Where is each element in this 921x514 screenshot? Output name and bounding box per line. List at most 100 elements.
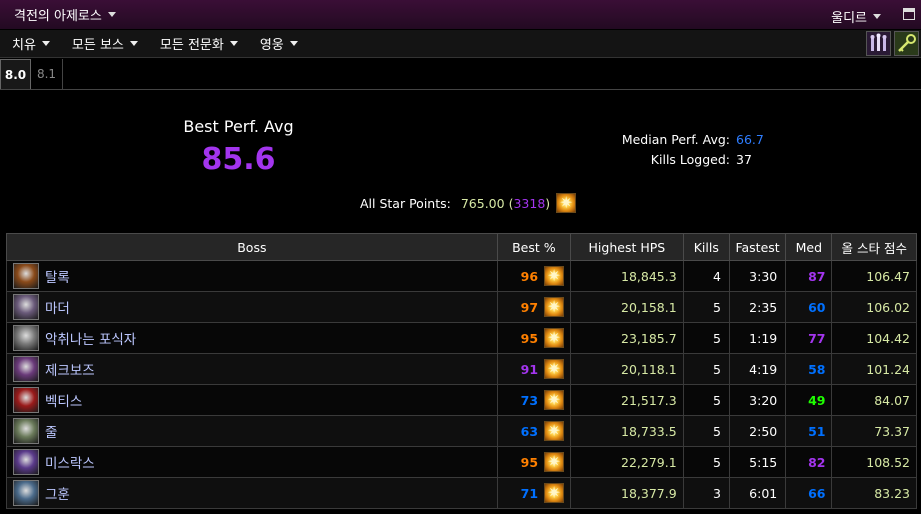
all-star-score: 83.23 [831, 477, 917, 509]
best-perf-value: 85.6 [201, 142, 276, 177]
menu-difficulty-label: 영웅 [259, 38, 284, 53]
star-icon [556, 193, 577, 213]
table-row[interactable]: 그훈 71 18,377.936:016683.23 [6, 477, 917, 509]
highest-hps: 20,118.1 [570, 353, 684, 385]
highest-hps: 22,279.1 [570, 446, 684, 478]
table-row[interactable]: 벡티스 73 21,517.353:204984.07 [6, 384, 917, 416]
table-row[interactable]: 줄 63 18,733.552:505173.37 [6, 415, 917, 447]
menu-boss[interactable]: 모든 보스 [72, 34, 138, 53]
median-percent: 87 [785, 260, 833, 292]
tab-8-1[interactable]: 8.1 [31, 59, 62, 89]
fastest-time: 6:01 [728, 477, 787, 509]
best-percent: 63 [520, 423, 539, 439]
expansion-dropdown[interactable]: 격전의 아제로스 [14, 5, 116, 24]
best-percent: 73 [520, 392, 539, 408]
menu-spec-label: 모든 전문화 [159, 38, 224, 53]
col-header-med[interactable]: Med [785, 233, 833, 261]
boss-ghuun-icon [13, 480, 39, 506]
boss-name-link[interactable]: 악취나는 포식자 [45, 328, 136, 348]
col-header-hps[interactable]: Highest HPS [570, 233, 684, 261]
boss-devourer-icon [13, 325, 39, 351]
all-star-score: 108.52 [831, 446, 917, 478]
fastest-time: 2:50 [728, 415, 787, 447]
chevron-down-icon [129, 41, 138, 46]
highest-hps: 18,377.9 [570, 477, 684, 509]
boss-cell: 마더 [6, 291, 498, 323]
best-percent-cell: 73 [496, 384, 572, 416]
highest-hps: 20,158.1 [570, 291, 684, 323]
boss-name-link[interactable]: 마더 [45, 297, 70, 317]
boss-cell: 제크보즈 [6, 353, 498, 385]
best-percent: 71 [520, 485, 539, 501]
fastest-time: 2:35 [728, 291, 787, 323]
kills-count: 5 [682, 415, 730, 447]
best-percent-cell: 63 [496, 415, 572, 447]
highest-hps: 21,517.3 [570, 384, 684, 416]
median-percent: 60 [785, 291, 833, 323]
boss-cell: 탈록 [6, 260, 498, 292]
boss-name-link[interactable]: 줄 [45, 421, 57, 441]
boss-mythrax-icon [13, 449, 39, 475]
col-header-boss[interactable]: Boss [6, 233, 498, 261]
median-percent: 82 [785, 446, 833, 478]
fastest-time: 1:19 [728, 322, 787, 354]
window-maximize-icon[interactable] [903, 8, 915, 20]
menu-metric[interactable]: 치유 [12, 34, 50, 53]
highest-hps: 18,845.3 [570, 260, 684, 292]
table-row[interactable]: 미스락스 95 22,279.155:1582108.52 [6, 446, 917, 478]
best-percent: 96 [520, 268, 539, 284]
median-percent: 51 [785, 415, 833, 447]
all-star-paren-close: ) [545, 195, 551, 211]
best-percent: 95 [520, 330, 539, 346]
boss-name-link[interactable]: 벡티스 [45, 390, 82, 410]
boss-cell: 미스락스 [6, 446, 498, 478]
kills-count: 5 [682, 384, 730, 416]
boss-name-link[interactable]: 제크보즈 [45, 359, 95, 379]
highest-hps: 18,733.5 [570, 415, 684, 447]
tab-8-0[interactable]: 8.0 [0, 59, 31, 89]
col-header-best[interactable]: Best % [496, 233, 572, 261]
best-percent-cell: 91 [496, 353, 572, 385]
all-star-count: 3318 [513, 195, 546, 211]
table-row[interactable]: 마더 97 20,158.152:3560106.02 [6, 291, 917, 323]
boss-name-link[interactable]: 미스락스 [45, 452, 95, 472]
table-row[interactable]: 탈록 96 18,845.343:3087106.47 [6, 260, 917, 292]
col-header-kills[interactable]: Kills [682, 233, 730, 261]
col-header-fastest[interactable]: Fastest [728, 233, 787, 261]
star-icon [544, 328, 565, 348]
table-row[interactable]: 악취나는 포식자 95 23,185.751:1977104.42 [6, 322, 917, 354]
tab-divider [62, 59, 63, 89]
best-percent: 97 [520, 299, 539, 315]
boss-cell: 그훈 [6, 477, 498, 509]
key-icon[interactable] [894, 31, 919, 56]
boss-zul-icon [13, 418, 39, 444]
kills-count: 4 [682, 260, 730, 292]
median-perf-value: 66.7 [736, 132, 764, 147]
best-percent-cell: 95 [496, 446, 572, 478]
all-star-score: 73.37 [831, 415, 917, 447]
chevron-down-icon [229, 41, 238, 46]
col-header-allstar[interactable]: 올 스타 점수 [831, 233, 917, 261]
raid-dropdown[interactable]: 울디르 [831, 7, 881, 26]
best-percent-cell: 96 [496, 260, 572, 292]
raid-group-icon[interactable] [866, 31, 891, 56]
all-star-points: All Star Points: 765.00 ( 3318 ) [360, 193, 577, 213]
boss-taloc-icon [13, 263, 39, 289]
fastest-time: 5:15 [728, 446, 787, 478]
best-perf-label: Best Perf. Avg [183, 117, 294, 136]
menu-boss-label: 모든 보스 [71, 38, 124, 53]
chevron-down-icon [41, 41, 50, 46]
boss-name-link[interactable]: 그훈 [45, 483, 70, 503]
star-icon [544, 421, 565, 441]
boss-name-link[interactable]: 탈록 [45, 266, 70, 286]
all-star-score: 106.47 [831, 260, 917, 292]
all-star-points-value: 765.00 [460, 195, 505, 211]
all-star-label: All Star Points: [360, 195, 451, 211]
boss-cell: 줄 [6, 415, 498, 447]
menu-spec[interactable]: 모든 전문화 [160, 34, 238, 53]
median-percent: 66 [785, 477, 833, 509]
menu-difficulty[interactable]: 영웅 [260, 34, 298, 53]
table-row[interactable]: 제크보즈 91 20,118.154:1958101.24 [6, 353, 917, 385]
fastest-time: 3:20 [728, 384, 787, 416]
filter-menu-bar: 치유 모든 보스 모든 전문화 영웅 [0, 30, 921, 58]
